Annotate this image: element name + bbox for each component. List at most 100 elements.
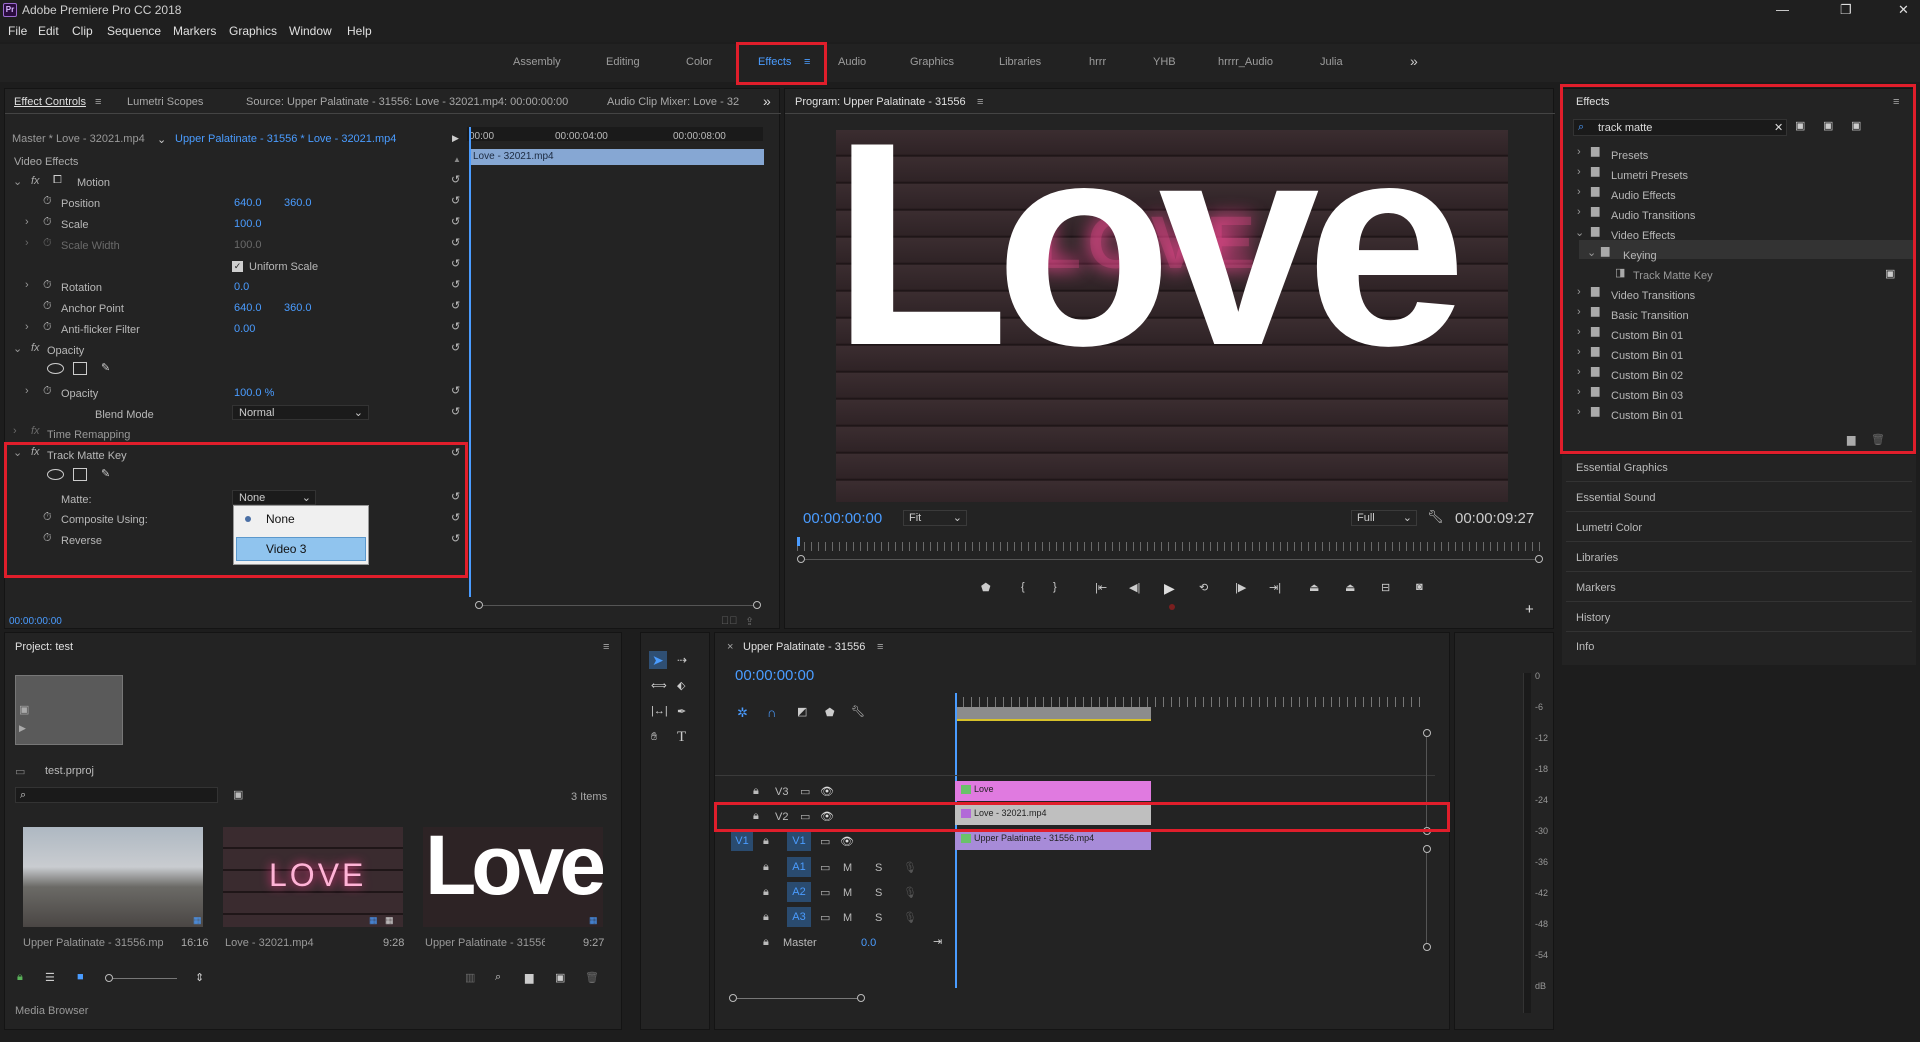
export-icon[interactable]: ⇪: [745, 615, 754, 628]
workspace-color[interactable]: Color: [686, 56, 712, 68]
stopwatch-icon[interactable]: ⏱: [43, 279, 52, 292]
track-lock-icon[interactable]: 🔒︎: [763, 835, 769, 848]
clip-v3[interactable]: Love: [955, 781, 1151, 801]
program-timecode[interactable]: 00:00:00:00: [803, 510, 882, 527]
media-thumb-love[interactable]: LOVE: [223, 827, 403, 927]
effect-controls-timecode[interactable]: 00:00:00:00: [9, 616, 62, 627]
hscroll-handle[interactable]: [857, 994, 865, 1002]
zoom-handle-right[interactable]: [753, 601, 761, 609]
track-lock-icon[interactable]: 🔒︎: [763, 911, 769, 924]
razor-tool-icon[interactable]: ⬖: [677, 679, 685, 692]
type-tool-icon[interactable]: T: [677, 729, 686, 746]
effects-item[interactable]: Basic Transition: [1611, 310, 1689, 322]
program-zoom-bar[interactable]: [805, 559, 1535, 560]
zoom-slider-handle[interactable]: [105, 974, 113, 982]
transform-icon[interactable]: ⧠: [53, 174, 62, 187]
quality-select[interactable]: Full ⌄: [1351, 510, 1417, 526]
tab-effect-controls[interactable]: Effect Controls: [14, 96, 86, 108]
track-lock-icon[interactable]: 🔒︎: [763, 886, 769, 899]
track-lock-icon[interactable]: 🔒︎: [753, 810, 759, 823]
anti-flicker-value[interactable]: 0.00: [234, 323, 255, 335]
pen-mask-icon[interactable]: ✎: [101, 361, 110, 374]
effects-search-input[interactable]: track matte: [1598, 122, 1652, 134]
solo-button[interactable]: S: [875, 862, 882, 874]
reset-icon[interactable]: ↺: [451, 194, 460, 207]
expand-arrow-icon[interactable]: ›: [25, 216, 29, 228]
reset-icon[interactable]: ↺: [451, 532, 460, 545]
media-thumb-upper-palatinate[interactable]: [23, 827, 203, 927]
vscroll-bar[interactable]: [1426, 737, 1427, 827]
effects-item[interactable]: Custom Bin 01: [1611, 330, 1683, 342]
close-sequence-icon[interactable]: ×: [727, 641, 733, 653]
ellipse-mask-icon[interactable]: [47, 469, 64, 480]
timeline-timecode[interactable]: 00:00:00:00: [735, 667, 814, 684]
menu-help[interactable]: Help: [347, 24, 372, 38]
track-target-a2[interactable]: A2: [787, 882, 811, 902]
menu-window[interactable]: Window: [289, 24, 332, 38]
effects-item[interactable]: Video Transitions: [1611, 290, 1695, 302]
master-volume[interactable]: 0.0: [861, 937, 876, 949]
sync-lock-icon[interactable]: ▭: [800, 810, 810, 823]
rectangle-mask-icon[interactable]: [73, 468, 87, 481]
wrench-icon[interactable]: 🔧︎: [1427, 509, 1444, 525]
vscroll-handle[interactable]: [1423, 943, 1431, 951]
effect-playhead[interactable]: [469, 127, 471, 597]
visibility-eye-icon[interactable]: 👁︎: [820, 810, 834, 823]
snap-icon[interactable]: ∩: [767, 705, 776, 720]
reset-icon[interactable]: ↺: [451, 299, 460, 312]
track-target-v1[interactable]: V1: [787, 831, 811, 851]
expand-arrow-icon[interactable]: ›: [13, 425, 17, 437]
anchor-x-value[interactable]: 640.0: [234, 302, 262, 314]
workspace-effects[interactable]: Effects: [758, 56, 791, 68]
effects-search-box[interactable]: ⌕ track matte ✕: [1573, 119, 1787, 136]
position-x-value[interactable]: 640.0: [234, 197, 262, 209]
effects-item[interactable]: Custom Bin 02: [1611, 370, 1683, 382]
collapse-up-icon[interactable]: ▲: [453, 155, 461, 164]
track-lock-icon[interactable]: 🔒︎: [753, 785, 759, 798]
reset-icon[interactable]: ↺: [451, 405, 460, 418]
fx-badge-icon[interactable]: fx: [31, 342, 40, 354]
workspace-graphics[interactable]: Graphics: [910, 56, 954, 68]
sync-lock-icon[interactable]: ▭: [820, 835, 830, 848]
expand-track-matte-icon[interactable]: ⌄: [13, 446, 22, 459]
expand-arrow-icon[interactable]: ›: [25, 385, 29, 397]
panel-info[interactable]: Info: [1576, 641, 1594, 653]
reset-icon[interactable]: ↺: [451, 257, 460, 270]
uniform-scale-checkbox[interactable]: ✓: [232, 261, 243, 272]
trash-icon[interactable]: 🗑︎: [585, 971, 599, 984]
reset-icon[interactable]: ↺: [451, 278, 460, 291]
tab-audio-clip-mixer[interactable]: Audio Clip Mixer: Love - 32: [607, 96, 741, 108]
track-select-tool-icon[interactable]: ⇢: [677, 653, 687, 667]
expand-arrow-icon[interactable]: ›: [1577, 366, 1581, 378]
opacity-value[interactable]: 100.0 %: [234, 387, 274, 399]
effects-item[interactable]: Custom Bin 01: [1611, 410, 1683, 422]
effects-item[interactable]: Custom Bin 03: [1611, 390, 1683, 402]
mute-button[interactable]: M: [843, 887, 852, 899]
go-to-out-icon[interactable]: ⇥|: [1269, 581, 1281, 594]
blend-mode-select[interactable]: Normal ⌄: [232, 405, 369, 420]
comparison-view-icon[interactable]: ⊟: [1381, 581, 1390, 594]
media-thumb-sequence[interactable]: Love: [423, 827, 603, 927]
ellipse-mask-icon[interactable]: [47, 363, 64, 374]
close-button[interactable]: ✕: [1898, 2, 1909, 18]
vscroll-handle[interactable]: [1423, 845, 1431, 853]
hscroll-handle[interactable]: [729, 994, 737, 1002]
more-tabs-icon[interactable]: »: [763, 93, 771, 109]
workspace-yhb[interactable]: YHB: [1153, 56, 1176, 68]
hscroll-bar[interactable]: [737, 998, 857, 999]
minimize-button[interactable]: —: [1776, 2, 1789, 17]
reset-icon[interactable]: ↺: [451, 215, 460, 228]
menu-edit[interactable]: Edit: [38, 24, 59, 38]
clip-v2[interactable]: Love - 32021.mp4: [955, 805, 1151, 825]
program-zoom-left[interactable]: [797, 555, 805, 563]
collapse-arrow-icon[interactable]: ⌄: [1587, 246, 1596, 259]
fx-badge-icon[interactable]: fx: [31, 175, 40, 187]
expand-arrow-icon[interactable]: ›: [1577, 166, 1581, 178]
expand-opacity-icon[interactable]: ⌄: [13, 342, 22, 355]
mark-in-icon[interactable]: {: [1021, 581, 1025, 593]
project-thumbnail[interactable]: [15, 675, 123, 745]
video-frame[interactable]: LOVE Love: [836, 130, 1508, 502]
expand-arrow-icon[interactable]: ›: [1577, 186, 1581, 198]
expand-arrow-icon[interactable]: ›: [25, 321, 29, 333]
project-title[interactable]: Project: test: [15, 641, 73, 653]
